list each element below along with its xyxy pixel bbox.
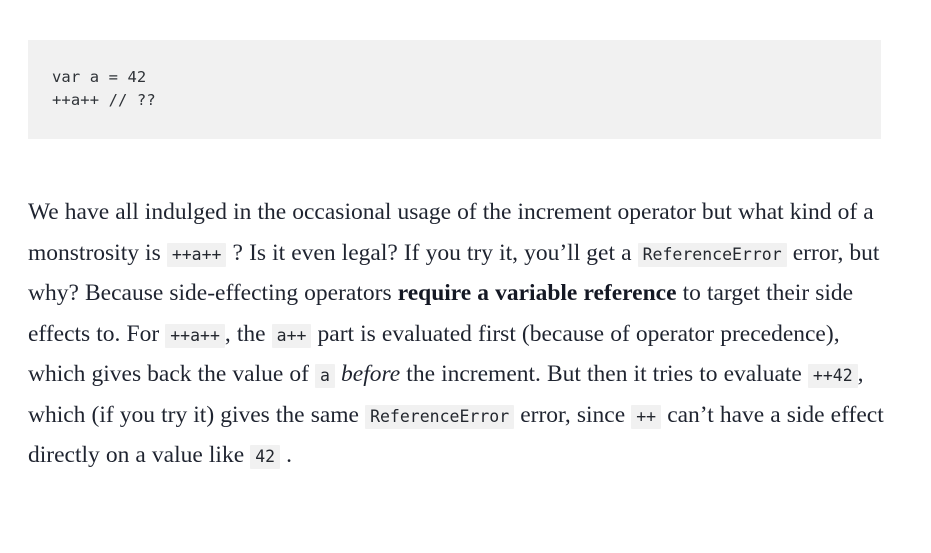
inline-code-prefix-increment-42: ++42 bbox=[807, 364, 858, 388]
code-block-content: var a = 42 ++a++ // ?? bbox=[52, 68, 156, 109]
article-body: We have all indulged in the occasional u… bbox=[28, 192, 884, 476]
inline-code-variable-a: a bbox=[315, 364, 335, 388]
text-segment: ? Is it even legal? If you try it, you’l… bbox=[226, 239, 638, 266]
inline-code-increment-prefix-postfix: ++a++ bbox=[166, 242, 227, 267]
text-segment: the increment. But then it tries to eval… bbox=[400, 361, 808, 387]
text-segment: , the bbox=[224, 320, 272, 347]
inline-code-reference-error-2: ReferenceError bbox=[365, 404, 515, 429]
inline-code-increment-operator: ++ bbox=[631, 404, 662, 429]
code-block: var a = 42 ++a++ // ?? bbox=[28, 40, 881, 139]
text-segment: . bbox=[280, 442, 293, 468]
paragraph: We have all indulged in the occasional u… bbox=[28, 192, 884, 476]
inline-code-value-42: 42 bbox=[250, 445, 281, 469]
italic-emphasis-before: before bbox=[341, 361, 401, 387]
inline-code-reference-error: ReferenceError bbox=[637, 242, 787, 267]
inline-code-postfix-increment: a++ bbox=[271, 323, 312, 348]
text-segment: error, since bbox=[514, 401, 632, 428]
inline-code-increment-prefix-postfix-2: ++a++ bbox=[165, 323, 225, 348]
bold-emphasis-require-variable-reference: require a variable reference bbox=[397, 280, 677, 306]
document-page: var a = 42 ++a++ // ?? We have all indul… bbox=[0, 0, 931, 553]
